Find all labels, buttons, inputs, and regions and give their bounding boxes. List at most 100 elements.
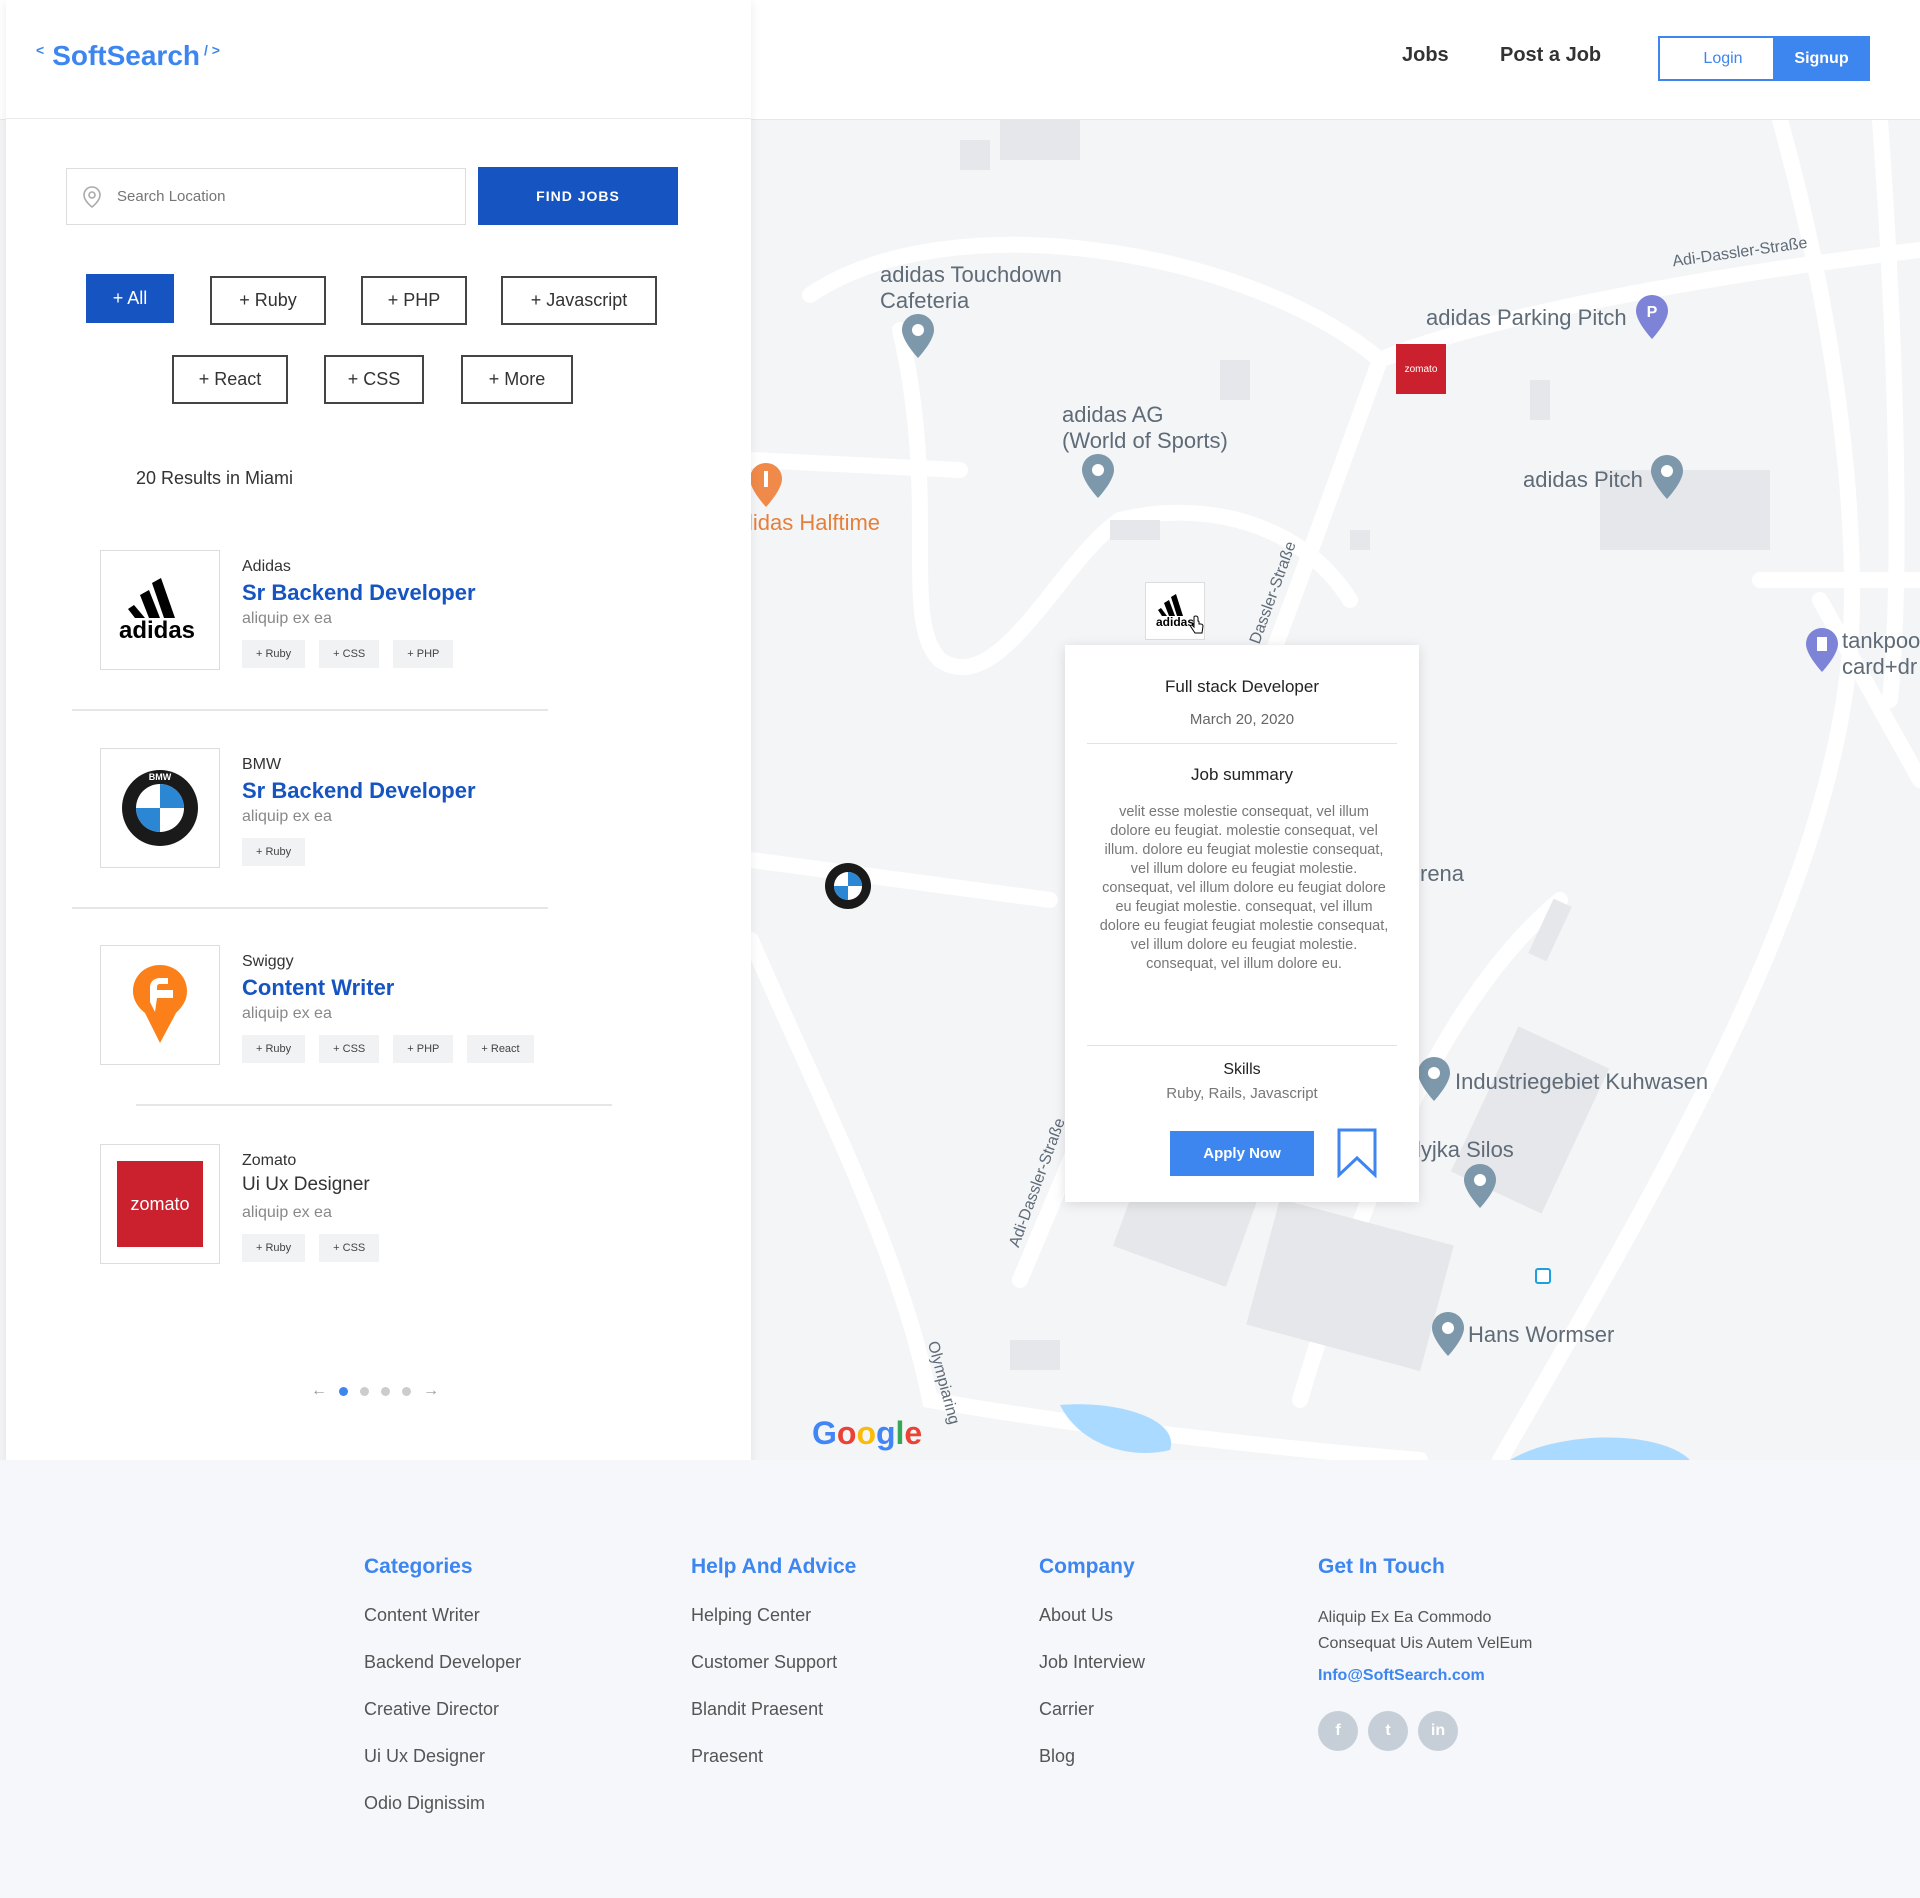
job-title-link[interactable]: Sr Backend Developer [242, 580, 476, 606]
prev-arrow-icon[interactable]: ← [311, 1382, 327, 1400]
next-arrow-icon[interactable]: → [423, 1382, 439, 1400]
results-count: 20 Results in Miami [136, 468, 294, 488]
bus-stop-icon[interactable] [1535, 1268, 1551, 1284]
filter-chip-php[interactable]: + PHP [361, 276, 467, 325]
footer-link[interactable]: Blog [1039, 1746, 1145, 1793]
nav-post-job-link[interactable]: Post a Job [1500, 44, 1601, 67]
footer-link[interactable]: Customer Support [691, 1652, 856, 1699]
twitter-icon[interactable]: t [1368, 1711, 1408, 1751]
login-button[interactable]: Login [1658, 36, 1788, 81]
job-tag[interactable]: + CSS [319, 1234, 380, 1262]
map-label-parking-pitch: adidas Parking Pitch [1426, 305, 1627, 330]
filter-chip-all[interactable]: + All [86, 274, 174, 323]
popup-date: March 20, 2020 [1189, 711, 1295, 728]
zomato-logo-icon: zomato [117, 1161, 203, 1247]
map-label-arena: rena [1420, 861, 1465, 886]
job-subtitle: aliquip ex ea [242, 808, 332, 825]
site-footer: Categories Content Writer Backend Develo… [0, 1460, 1920, 1898]
job-title-link[interactable]: Sr Backend Developer [242, 778, 476, 804]
filter-chip-react[interactable]: + React [172, 355, 288, 404]
job-tag[interactable]: + CSS [319, 1035, 380, 1063]
company-logo [100, 945, 220, 1065]
filter-chip-ruby[interactable]: + Ruby [210, 276, 326, 325]
job-tag[interactable]: + Ruby [242, 640, 306, 668]
page-dot[interactable] [402, 1386, 411, 1396]
map-pin-icon[interactable] [1082, 454, 1114, 498]
nav-jobs-link[interactable]: Jobs [1402, 44, 1449, 67]
map-pin-icon[interactable] [1464, 1164, 1496, 1208]
footer-link[interactable]: Blandit Praesent [691, 1699, 856, 1746]
footer-link[interactable]: Backend Developer [364, 1652, 521, 1699]
popup-job-title: Full stack Developer [1164, 677, 1319, 696]
footer-link[interactable]: Helping Center [691, 1605, 856, 1652]
map-label-adidas-ag: adidas AG (World of Sports) [1062, 402, 1228, 453]
job-tag[interactable]: + PHP [393, 640, 454, 668]
search-location-input[interactable] [117, 188, 437, 205]
map-label-tankpoo: tankpoo card+dr [1842, 628, 1920, 679]
company-name: BMW [242, 756, 282, 773]
bmw-logo-icon: BMW [122, 770, 198, 846]
signup-button[interactable]: Signup [1773, 36, 1870, 81]
job-tag[interactable]: + Ruby [242, 1234, 306, 1262]
brand-logo[interactable]: < SoftSearch / > [36, 40, 220, 72]
footer-company: Company About Us Job Interview Carrier B… [1039, 1555, 1145, 1793]
map-pin-icon[interactable] [902, 314, 934, 358]
page-dot[interactable] [360, 1386, 369, 1396]
job-tag[interactable]: + Ruby [242, 838, 306, 866]
svg-text:adidas: adidas [1156, 615, 1194, 628]
contact-line: Consequat Uis Autem VelEum [1318, 1635, 1533, 1652]
parking-pin-icon[interactable]: P [1636, 295, 1668, 339]
linkedin-icon[interactable]: in [1418, 1711, 1458, 1751]
restaurant-pin-icon[interactable] [750, 463, 782, 507]
footer-link[interactable]: Content Writer [364, 1605, 521, 1652]
map-label-kuhwasen: Industriegebiet Kuhwasen [1455, 1069, 1709, 1094]
job-search-panel: <SoftSearch/ > FIND JOBS + All + Ruby + … [6, 0, 751, 1468]
job-tag[interactable]: + PHP [393, 1035, 454, 1063]
facebook-icon[interactable]: f [1318, 1711, 1358, 1751]
footer-link[interactable]: Ui Ux Designer [364, 1746, 521, 1793]
popup-skills-list: Ruby, Rails, Javascript [1166, 1085, 1318, 1102]
job-title-link[interactable]: Ui Ux Designer [242, 1174, 370, 1196]
google-logo: Google [812, 1415, 923, 1451]
map-label-halftime: lidas Halftime [748, 510, 881, 535]
popup-summary-text: velit esse molestie consequat, vel illum… [1099, 804, 1389, 972]
footer-categories: Categories Content Writer Backend Develo… [364, 1555, 521, 1840]
footer-link[interactable]: Carrier [1039, 1699, 1145, 1746]
location-search-field[interactable] [66, 168, 466, 225]
footer-heading: Company [1039, 1555, 1135, 1578]
divider [6, 118, 751, 119]
footer-heading: Get In Touch [1318, 1555, 1445, 1578]
footer-link[interactable]: Creative Director [364, 1699, 521, 1746]
job-tag[interactable]: + CSS [319, 640, 380, 668]
footer-link[interactable]: Praesent [691, 1746, 856, 1793]
map-pin-icon[interactable] [1432, 1312, 1464, 1356]
filter-chip-more[interactable]: + More [461, 355, 573, 404]
divider [1087, 1045, 1397, 1046]
footer-help: Help And Advice Helping Center Customer … [691, 1555, 856, 1793]
filter-chip-css[interactable]: + CSS [324, 355, 424, 404]
footer-link[interactable]: About Us [1039, 1605, 1145, 1652]
map-pin-icon[interactable] [1418, 1057, 1450, 1101]
filter-chip-javascript[interactable]: + Javascript [501, 276, 657, 325]
company-name: Zomato [242, 1152, 297, 1169]
company-logo: adidas [100, 550, 220, 670]
bookmark-icon[interactable] [1335, 1128, 1379, 1178]
map-label-silos: lyjka Silos [1416, 1137, 1514, 1162]
fuel-pin-icon[interactable] [1806, 628, 1838, 672]
contact-email-link[interactable]: Info@SoftSearch.com [1318, 1667, 1532, 1685]
job-subtitle: aliquip ex ea [242, 1005, 332, 1022]
footer-link[interactable]: Odio Dignissim [364, 1793, 521, 1840]
map-pin-icon[interactable] [1651, 455, 1683, 499]
footer-link[interactable]: Job Interview [1039, 1652, 1145, 1699]
apply-now-button[interactable]: Apply Now [1170, 1131, 1314, 1176]
cursor-hand-icon [1190, 615, 1204, 635]
find-jobs-button[interactable]: FIND JOBS [478, 167, 678, 225]
page-dot[interactable] [381, 1386, 390, 1396]
job-title-link[interactable]: Content Writer [242, 975, 394, 1001]
job-tag[interactable]: + React [467, 1035, 534, 1063]
page-dot[interactable] [339, 1386, 348, 1396]
zomato-map-marker[interactable]: zomato [1396, 344, 1446, 394]
bmw-map-marker[interactable] [824, 862, 872, 910]
job-tag[interactable]: + Ruby [242, 1035, 306, 1063]
location-pin-icon [83, 185, 101, 208]
